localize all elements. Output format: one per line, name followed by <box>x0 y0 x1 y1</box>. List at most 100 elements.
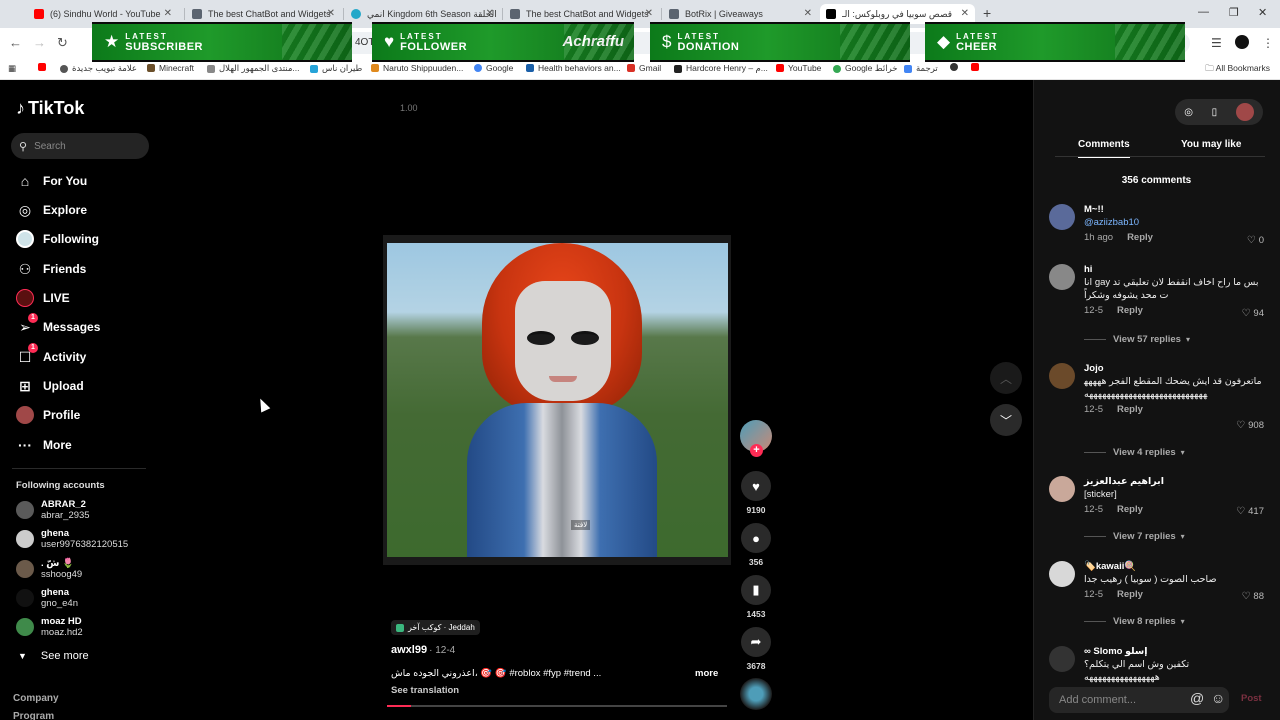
new-tab-icon[interactable]: + <box>983 5 991 21</box>
footer-link-company[interactable]: Company <box>13 693 59 704</box>
music-disc-icon[interactable] <box>740 678 772 710</box>
following-account[interactable]: . شّ 🌷 sshoog49 <box>16 558 82 580</box>
back-icon[interactable]: ← <box>9 35 22 50</box>
avatar[interactable] <box>1049 561 1075 587</box>
comment-button[interactable]: ● 356 <box>740 523 772 567</box>
comment-like-button[interactable]: ♡ 417 <box>1236 506 1264 517</box>
save-button[interactable]: ▮ 1453 <box>740 575 772 619</box>
nav-profile[interactable]: Profile <box>16 406 80 424</box>
reply-button[interactable]: Reply <box>1127 232 1153 243</box>
avatar[interactable] <box>1049 204 1075 230</box>
see-translation-button[interactable]: See translation <box>391 685 459 696</box>
phone-icon[interactable]: ▯ <box>1212 107 1218 118</box>
comment-author[interactable]: hi <box>1084 264 1264 276</box>
emoji-icon[interactable]: ☺ <box>1211 690 1225 706</box>
browser-tab[interactable]: (6) Sindhu World - YouTube ✕ <box>28 4 178 24</box>
nav-upload[interactable]: ⊞ Upload <box>16 377 84 395</box>
browser-tab[interactable]: انمي Kingdom 6th Season الحلقة ✕ <box>345 4 500 24</box>
browser-tab[interactable]: BotRix | Giveaways ✕ <box>663 4 818 24</box>
reply-button[interactable]: Reply <box>1117 589 1143 600</box>
nav-for-you[interactable]: ⌂ For You <box>16 172 87 190</box>
reply-button[interactable]: Reply <box>1117 504 1143 515</box>
next-video-chevron-down-icon[interactable]: ﹀ <box>990 404 1022 436</box>
compass-icon[interactable]: ◎ <box>1184 107 1193 118</box>
mention-at-icon[interactable]: @ <box>1190 690 1204 706</box>
comment-author[interactable]: Jojo <box>1084 363 1264 375</box>
nav-live[interactable]: LIVE <box>16 289 70 307</box>
playback-speed[interactable]: 1.00 <box>400 103 418 113</box>
footer-link-program[interactable]: Program <box>13 711 54 720</box>
bookmark-item[interactable] <box>38 63 50 71</box>
window-close-icon[interactable]: ✕ <box>1258 6 1267 19</box>
close-tab-icon[interactable]: ✕ <box>961 8 969 19</box>
close-tab-icon[interactable]: ✕ <box>486 8 494 19</box>
apps-grid-icon[interactable]: ▦ <box>8 63 16 74</box>
video-player[interactable]: لافتة <box>387 243 728 557</box>
bookmark-item[interactable]: طيران ناس <box>310 63 362 74</box>
browser-tab[interactable]: The best ChatBot and Widgets ✕ <box>186 4 341 24</box>
location-tag[interactable]: كوكب آخر · Jeddah <box>391 620 480 635</box>
video-progress-bar[interactable] <box>387 705 727 707</box>
following-account[interactable]: ghena user9976382120515 <box>16 528 128 550</box>
view-replies-button[interactable]: View 8 replies ▾ <box>1084 616 1185 627</box>
comment-like-button[interactable]: ♡ 94 <box>1241 308 1264 319</box>
view-replies-button[interactable]: View 4 replies ▾ <box>1084 447 1185 458</box>
nav-activity[interactable]: ☐ 1 Activity <box>16 343 86 366</box>
nav-following[interactable]: Following <box>16 230 99 248</box>
comment-like-button[interactable]: ♡ 0 <box>1247 235 1264 246</box>
nav-messages[interactable]: ➢ 1 Messages <box>16 313 100 336</box>
avatar[interactable] <box>1049 646 1075 672</box>
follow-plus-icon[interactable]: + <box>750 444 763 457</box>
tiktok-logo[interactable]: ♪ TikTok <box>16 98 84 119</box>
browser-tab[interactable]: The best ChatBot and Widgets ✕ <box>504 4 659 24</box>
bookmark-item[interactable]: YouTube <box>776 63 821 73</box>
all-bookmarks-button[interactable]: 🗀 All Bookmarks <box>1205 63 1270 77</box>
close-tab-icon[interactable]: ✕ <box>804 8 812 19</box>
video-author[interactable]: awxl99 · 12-4 <box>391 644 455 656</box>
avatar[interactable] <box>1049 264 1075 290</box>
nav-explore[interactable]: ◎ Explore <box>16 201 87 219</box>
following-account[interactable]: ghena gno_e4n <box>16 587 78 609</box>
bookmark-item[interactable]: Health behaviors an... <box>526 63 621 73</box>
bookmark-item[interactable]: Google خرائط <box>833 63 898 74</box>
bookmark-item[interactable] <box>950 63 962 71</box>
search-input[interactable]: ⚲ Search <box>11 133 149 159</box>
bookmark-item[interactable]: منتدى الجمهور الهلال... <box>207 63 300 74</box>
bookmark-item[interactable]: Hardcore Henry – م... <box>674 63 768 74</box>
bookmark-item[interactable]: Google <box>474 63 513 73</box>
post-comment-button[interactable]: Post <box>1241 693 1262 704</box>
comment-author[interactable]: ∞ Slomo إسلو <box>1084 646 1264 658</box>
following-account[interactable]: ABRAR_2 abrar_2935 <box>16 499 90 521</box>
forward-icon[interactable]: → <box>33 35 46 50</box>
profile-avatar[interactable] <box>1235 35 1249 49</box>
share-button[interactable]: ➦ 3678 <box>740 627 772 671</box>
bookmark-item[interactable]: Minecraft <box>147 63 194 73</box>
restore-icon[interactable]: ❐ <box>1229 6 1239 19</box>
reply-button[interactable]: Reply <box>1117 404 1143 415</box>
like-button[interactable]: ♥ 9190 <box>740 471 772 515</box>
reading-list-icon[interactable]: ☰ <box>1211 36 1222 50</box>
reply-button[interactable]: Reply <box>1117 305 1143 316</box>
avatar[interactable] <box>1049 476 1075 502</box>
comment-author[interactable]: ابراهيم عبدالعزيز <box>1084 476 1264 488</box>
bookmark-item[interactable]: Gmail <box>627 63 661 73</box>
tab-you-may-like[interactable]: You may like <box>1181 139 1241 150</box>
view-replies-button[interactable]: View 7 replies ▾ <box>1084 531 1185 542</box>
reload-icon[interactable]: ↻ <box>57 35 68 51</box>
description-more-button[interactable]: more <box>695 668 718 679</box>
minimize-icon[interactable]: — <box>1198 6 1209 18</box>
bookmark-item[interactable]: Naruto Shippuuden... <box>371 63 463 73</box>
comment-like-button[interactable]: ♡ 908 <box>1236 420 1264 431</box>
browser-tab-active[interactable]: قصص سوبيا في روبلوكس: الـ ✕ <box>820 4 975 24</box>
bookmark-item[interactable]: علامة تبويب جديدة <box>60 63 137 74</box>
bookmark-item[interactable] <box>971 63 983 71</box>
comment-author[interactable]: M~!! <box>1084 204 1264 216</box>
close-tab-icon[interactable]: ✕ <box>164 8 172 19</box>
close-tab-icon[interactable]: ✕ <box>645 8 653 19</box>
nav-friends[interactable]: ⚇ Friends <box>16 260 87 278</box>
user-avatar[interactable] <box>1235 103 1254 121</box>
see-more-button[interactable]: ▼ See more <box>18 650 89 662</box>
nav-more[interactable]: ··· More <box>16 436 72 454</box>
avatar[interactable] <box>1049 363 1075 389</box>
close-tab-icon[interactable]: ✕ <box>327 8 335 19</box>
